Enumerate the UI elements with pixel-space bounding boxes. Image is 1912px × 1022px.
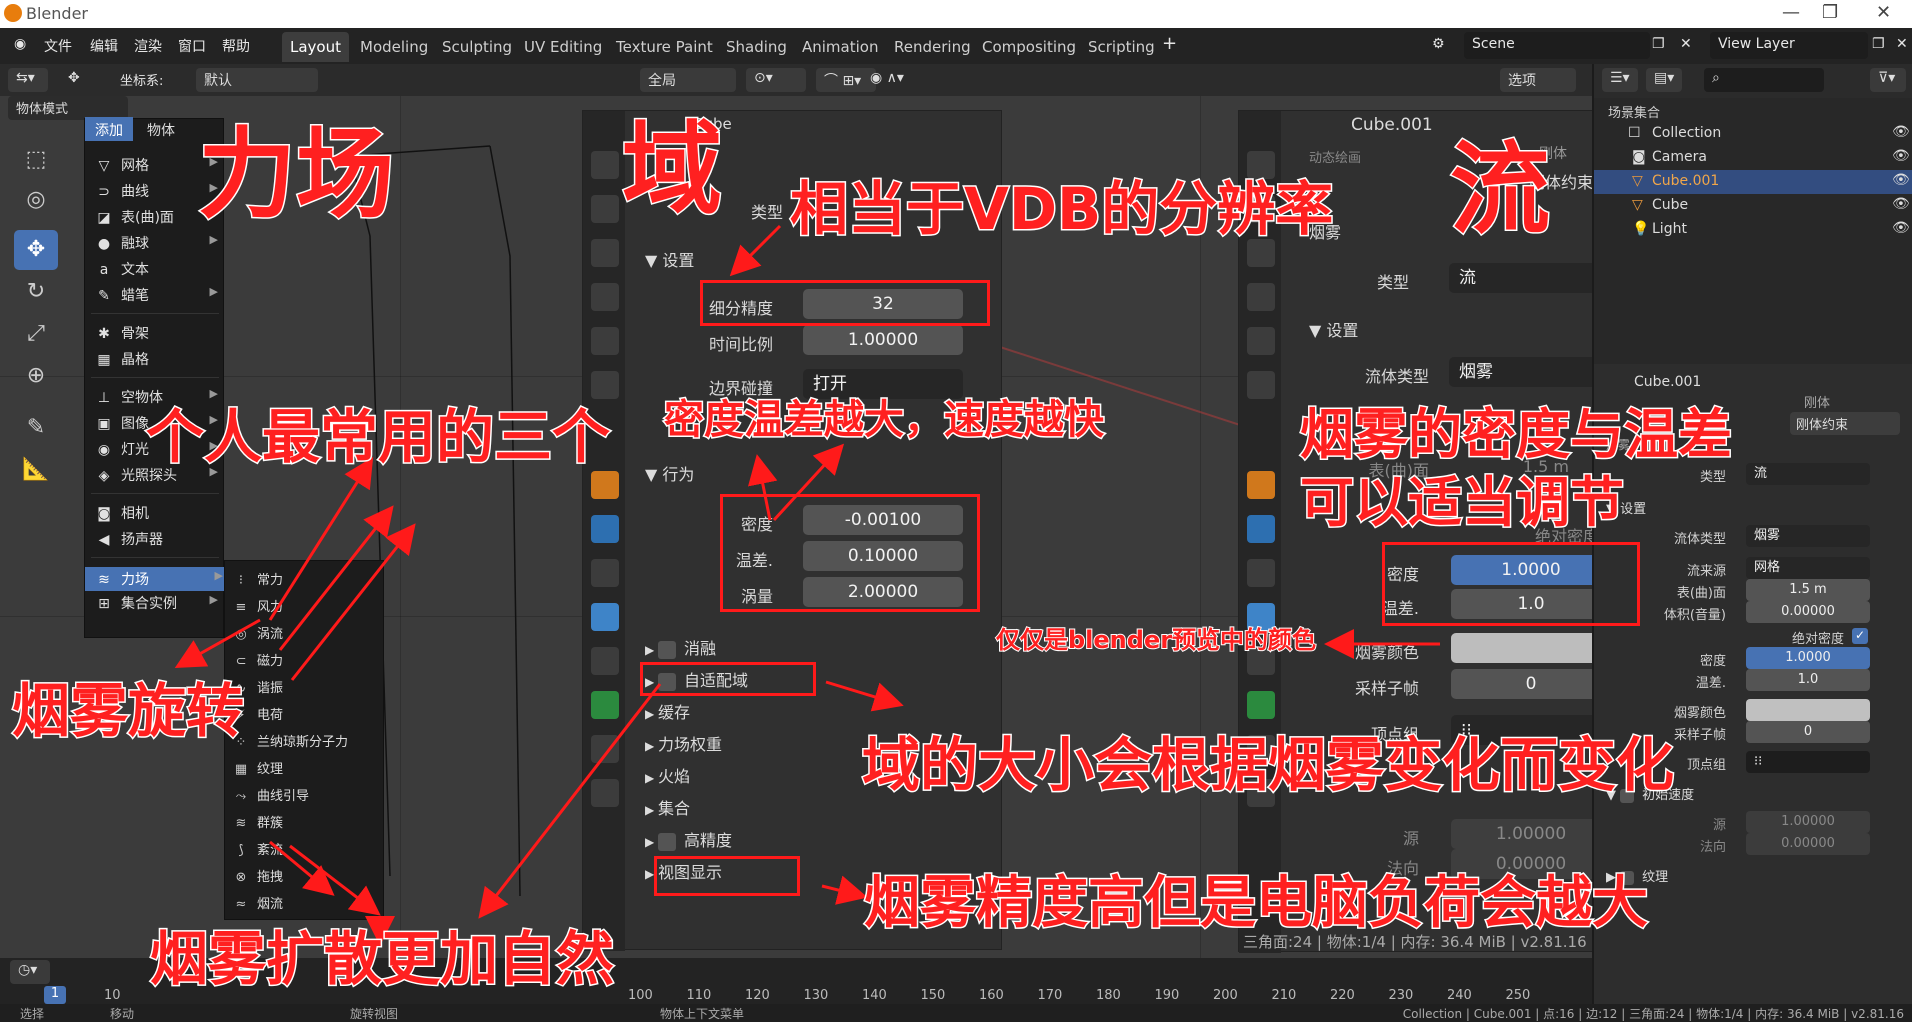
annotation-resolution: 相当于VDB的分辨率	[788, 175, 1334, 243]
annotation-smoke-rotation: 烟雾旋转	[10, 677, 245, 745]
annotation-flow: 流	[1449, 131, 1552, 248]
annotation-force-field: 力场	[196, 118, 395, 232]
annotation-flow-density-1: 烟雾的密度与温差	[1299, 403, 1734, 466]
annotation-preview-color: 仅仅是blender预览中的颜色	[995, 626, 1317, 654]
annotation-density-heat: 密度温差越大，速度越快	[663, 397, 1106, 443]
annotation-high-precision: 烟雾精度高但是电脑负荷会越大	[863, 871, 1650, 936]
annotation-domain: 域	[621, 111, 724, 228]
annotation-smoke-diffuse: 烟雾扩散更加自然	[148, 925, 615, 993]
annotation-flow-density-2: 可以适当调节	[1299, 471, 1626, 534]
annotation-three-most-used: 个人最常用的三个	[144, 403, 611, 471]
annotation-adaptive-domain: 域的大小会根据烟雾变化而变化	[860, 731, 1675, 799]
